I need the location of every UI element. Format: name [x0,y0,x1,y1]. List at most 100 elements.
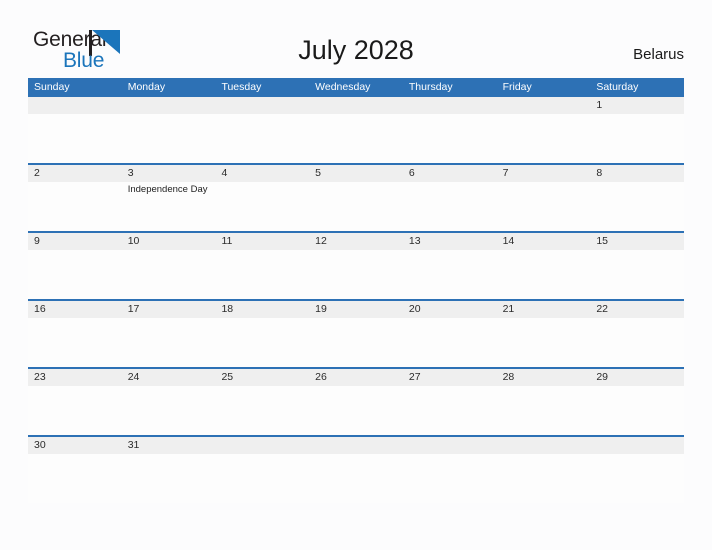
calendar-week-row: 9 10 11 12 13 14 15 [28,231,684,299]
weekday-header-thursday: Thursday [408,81,453,93]
week-date-number-band: 30 31 [28,437,684,454]
calendar-week-row: 1 [28,97,684,163]
day-number-cell[interactable]: 25 [215,369,309,386]
day-events-cell-empty [403,454,497,503]
day-number-cell-empty [309,97,403,114]
weekday-header-sunday: Sunday [34,81,70,93]
day-events-cell-empty [497,386,591,435]
day-events-cell-empty [122,454,216,503]
day-events-cell-empty [122,250,216,299]
day-events-cell-empty [497,250,591,299]
day-number-cell-empty [590,437,684,454]
day-events-cell-empty [497,454,591,503]
day-number-cell[interactable]: 2 [28,165,122,182]
week-event-band [28,454,684,503]
day-events-cell-empty [590,182,684,231]
day-number-cell[interactable]: 14 [497,233,591,250]
day-events-cell-empty [215,182,309,231]
day-events-cell-empty [403,182,497,231]
calendar-week-row: 16 17 18 19 20 21 22 [28,299,684,367]
day-events-cell-empty [28,114,122,163]
day-number-cell[interactable]: 4 [215,165,309,182]
week-event-band [28,386,684,435]
day-number-cell[interactable]: 26 [309,369,403,386]
day-number-cell[interactable]: 1 [590,97,684,114]
day-events-cell-empty [215,454,309,503]
day-events-cell-empty [590,454,684,503]
day-number-cell[interactable]: 6 [403,165,497,182]
week-date-number-band: 1 [28,97,684,114]
day-number-cell[interactable]: 16 [28,301,122,318]
day-number-cell[interactable]: 7 [497,165,591,182]
day-number-cell[interactable]: 19 [309,301,403,318]
day-events-cell-empty [309,454,403,503]
day-events-cell-empty [309,250,403,299]
day-events-cell-empty [590,250,684,299]
day-events-cell-empty [28,250,122,299]
day-number-cell[interactable]: 3 [122,165,216,182]
week-event-band: Independence Day [28,182,684,231]
day-number-cell[interactable]: 24 [122,369,216,386]
weekday-header-saturday: Saturday [596,81,639,93]
weekday-header-monday: Monday [127,81,166,93]
day-events-cell-empty [403,386,497,435]
day-events-cell-empty [590,114,684,163]
calendar-week-row: 2 3 4 5 6 7 8 Independence Day [28,163,684,231]
calendar-week-row: 30 31 [28,435,684,503]
weekday-header-row: Sunday Monday Tuesday Wednesday Thursday… [28,78,684,97]
day-events-cell-empty [215,386,309,435]
day-number-cell-empty [215,97,309,114]
day-number-cell[interactable]: 22 [590,301,684,318]
day-number-cell[interactable]: 15 [590,233,684,250]
day-number-cell[interactable]: 27 [403,369,497,386]
day-number-cell[interactable]: 17 [122,301,216,318]
day-number-cell[interactable]: 12 [309,233,403,250]
day-number-cell[interactable]: 9 [28,233,122,250]
day-events-cell-empty [122,114,216,163]
day-number-cell[interactable]: 23 [28,369,122,386]
holiday-label: Independence Day [127,184,208,195]
week-date-number-band: 2345678 [28,165,684,182]
day-events-cell[interactable]: Independence Day [122,182,216,231]
day-number-cell-empty [497,437,591,454]
day-events-cell-empty [122,386,216,435]
week-event-band [28,250,684,299]
page-title: July 2028 [298,35,414,65]
day-events-cell-empty [28,454,122,503]
day-number-cell[interactable]: 28 [497,369,591,386]
weekday-header-friday: Friday [502,81,532,93]
day-number-cell[interactable]: 5 [309,165,403,182]
day-number-cell[interactable]: 30 [28,437,122,454]
calendar-page: General Blue July 2028 Belarus Sunday Mo… [0,0,712,550]
week-event-band [28,114,684,163]
day-number-cell[interactable]: 8 [590,165,684,182]
day-number-cell[interactable]: 29 [590,369,684,386]
day-number-cell[interactable]: 21 [497,301,591,318]
day-events-cell-empty [309,182,403,231]
week-event-band [28,318,684,367]
day-events-cell-empty [403,114,497,163]
week-date-number-band: 16 17 18 19 20 21 22 [28,301,684,318]
day-events-cell-empty [497,318,591,367]
day-events-cell-empty [403,250,497,299]
country-label: Belarus [633,46,684,63]
day-number-cell[interactable]: 20 [403,301,497,318]
day-events-cell-empty [28,182,122,231]
day-events-cell-empty [28,318,122,367]
day-events-cell-empty [403,318,497,367]
day-number-cell-empty [497,97,591,114]
day-events-cell-empty [215,250,309,299]
day-events-cell-empty [122,318,216,367]
day-number-cell-empty [403,97,497,114]
day-number-cell-empty [215,437,309,454]
weekday-header-tuesday: Tuesday [221,81,262,93]
day-events-cell-empty [309,318,403,367]
day-number-cell-empty [403,437,497,454]
day-number-cell[interactable]: 13 [403,233,497,250]
day-events-cell-empty [497,182,591,231]
day-number-cell[interactable]: 18 [215,301,309,318]
day-number-cell[interactable]: 10 [122,233,216,250]
day-number-cell[interactable]: 11 [215,233,309,250]
day-number-cell[interactable]: 31 [122,437,216,454]
calendar-weeks: 1 2 3 4 5 6 7 8 Independence Day 9 10 11 12 13 14 15 16 1… [28,97,684,503]
